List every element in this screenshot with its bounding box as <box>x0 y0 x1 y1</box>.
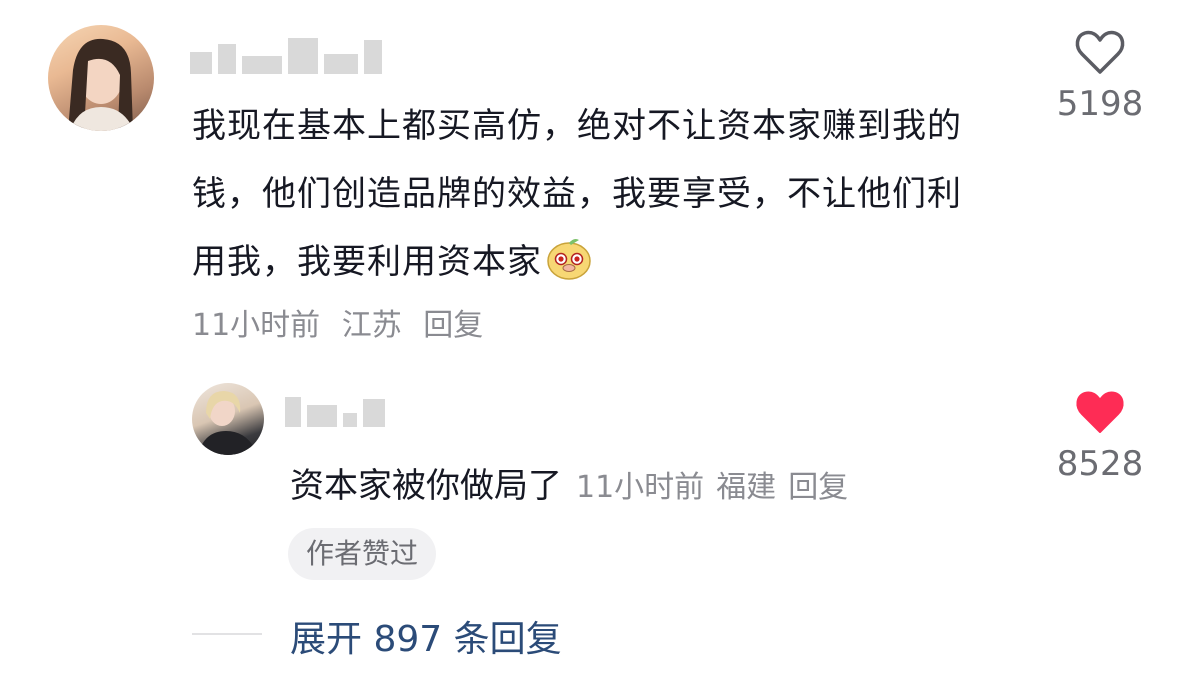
sticker-emoji-icon <box>546 235 592 281</box>
avatar-image <box>68 38 134 131</box>
reply-body: 资本家被你做局了 11小时前 福建 回复 <box>290 458 860 507</box>
reply-time: 11小时前 <box>576 470 705 505</box>
comment-location: 江苏 <box>341 308 402 343</box>
reply-reply-button[interactable]: 回复 <box>788 470 848 505</box>
heart-outline-icon[interactable] <box>1074 28 1126 76</box>
expand-divider <box>192 633 262 635</box>
replier-username-blurred[interactable] <box>285 391 385 427</box>
reply-like-button[interactable]: 8528 <box>1040 388 1160 484</box>
comment-meta: 11小时前 江苏 回复 <box>192 300 495 344</box>
replier-avatar[interactable] <box>192 383 264 455</box>
commenter-username-blurred[interactable] <box>190 38 382 74</box>
reply-button[interactable]: 回复 <box>423 308 483 343</box>
reply-location: 福建 <box>716 470 777 505</box>
comment-time: 11小时前 <box>192 308 321 343</box>
reply-like-count: 8528 <box>1056 444 1144 484</box>
expand-replies-button[interactable]: 展开 897 条回复 <box>290 610 562 662</box>
author-liked-badge: 作者赞过 <box>288 528 437 580</box>
comment-body: 我现在基本上都买高仿，绝对不让资本家赚到我的钱，他们创造品牌的效益，我要享受，不… <box>192 92 992 296</box>
reply-meta: 11小时前 福建 回复 <box>576 470 860 505</box>
comment-like-count: 5198 <box>1056 84 1144 124</box>
reply-text: 资本家被你做局了 <box>290 466 562 506</box>
heart-filled-icon[interactable] <box>1074 388 1126 436</box>
commenter-avatar[interactable] <box>48 25 154 131</box>
avatar-image <box>198 391 258 455</box>
comment-like-button[interactable]: 5198 <box>1040 28 1160 124</box>
